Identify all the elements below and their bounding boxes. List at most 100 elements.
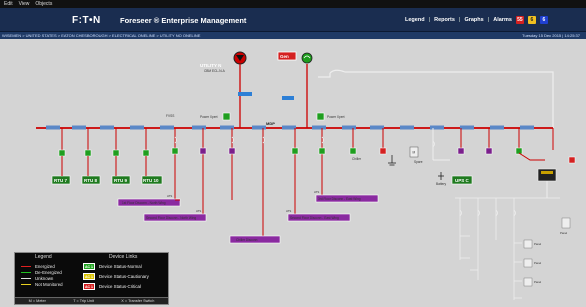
gen-meter-readout[interactable] bbox=[282, 96, 294, 100]
feeder-status-4[interactable] bbox=[142, 149, 150, 157]
breaker-symbols bbox=[174, 136, 324, 144]
feeder-status-6[interactable] bbox=[199, 147, 207, 155]
nav-legend[interactable]: Legend bbox=[405, 17, 425, 23]
app-title: Foreseer ® Enterprise Management bbox=[120, 16, 247, 25]
power-xpert-label-1: Power Xpert bbox=[200, 115, 218, 119]
device-status-badge: AC 1 bbox=[83, 273, 95, 280]
feeder-status-15[interactable] bbox=[568, 156, 576, 164]
subpanel-chiller-label: Chiller Disconn bbox=[236, 238, 258, 242]
menu-view[interactable]: View bbox=[19, 0, 30, 8]
subpanel-1st-floor-north-label: 1st Floor Disconn - North Wing bbox=[122, 201, 166, 205]
subpanel-3rd-floor-east-label: 3rd Floor Disconn - East Wing bbox=[318, 197, 361, 201]
panel-label-1: Panel bbox=[560, 231, 568, 235]
ats-tag-4: ATS bbox=[286, 209, 291, 213]
feeder-status-12[interactable] bbox=[457, 147, 465, 155]
menu-bar: Edit View Objects bbox=[0, 0, 586, 8]
ups-unit[interactable]: UPS C bbox=[451, 175, 473, 185]
panel-box-3[interactable] bbox=[523, 258, 533, 268]
legend-swatch bbox=[21, 277, 31, 280]
device-links-title: Device Links bbox=[109, 254, 138, 260]
pdu-unit[interactable] bbox=[537, 168, 557, 182]
battery-label: Battery bbox=[436, 182, 447, 186]
legend-title: Legend bbox=[35, 254, 52, 260]
app-header: F:T•N Foreseer ® Enterprise Management L… bbox=[0, 8, 586, 32]
feeder-status-indicators bbox=[58, 147, 576, 164]
legend-swatch bbox=[21, 265, 31, 268]
utility-meter-readout[interactable] bbox=[238, 92, 252, 96]
feeder-status-7[interactable] bbox=[228, 147, 236, 155]
feeder-status-13[interactable] bbox=[485, 147, 493, 155]
menu-objects[interactable]: Objects bbox=[35, 0, 52, 8]
ats-tag-2: ATS bbox=[196, 209, 201, 213]
device-status-label: Device Status-Cautionary bbox=[99, 274, 149, 279]
device-status-label: Device Status-Normal bbox=[99, 264, 142, 269]
nav-separator: | bbox=[458, 17, 461, 23]
panel-label-4: Panel bbox=[534, 280, 542, 284]
feeder-status-5[interactable] bbox=[171, 147, 179, 155]
breadcrumb[interactable]: WISEMEN > UNITED STATES > EATON CHESBORO… bbox=[2, 33, 200, 38]
alarm-warning-badge[interactable]: 6 bbox=[527, 16, 536, 24]
device-status-badge: AC 1 bbox=[83, 263, 95, 270]
panel-box-1[interactable] bbox=[561, 217, 571, 229]
eaton-logo: F:T•N bbox=[72, 15, 101, 26]
legend-item-energized: Energized bbox=[21, 264, 55, 269]
menu-edit[interactable]: Edit bbox=[4, 0, 13, 8]
subpanel-group: 1st Floor Disconn - North Wing Second Fl… bbox=[117, 194, 379, 244]
nav-reports[interactable]: Reports bbox=[434, 17, 455, 23]
feeder-status-1[interactable] bbox=[58, 149, 66, 157]
ats-crossover bbox=[318, 73, 331, 78]
gen-bypass-line bbox=[329, 69, 554, 150]
legend-item-deenergized: De-Energized bbox=[21, 270, 62, 275]
legend-item-label: De-Energized bbox=[35, 270, 62, 275]
panel-box-2[interactable] bbox=[523, 239, 533, 249]
panel-label-2: Panel bbox=[534, 242, 542, 246]
ground-symbol-icon bbox=[388, 155, 396, 166]
rtu-10-label: RTU 10 bbox=[143, 178, 159, 183]
device-status-cautionary: AC 1 Device Status-Cautionary bbox=[83, 273, 149, 280]
timestamp: Tuesday 15 Dec 2015 | 14:25:37 bbox=[522, 33, 580, 38]
utility-source[interactable]: UTILITY N CBM ECL-N-A bbox=[200, 51, 247, 73]
svg-text:M: M bbox=[413, 151, 416, 155]
feeder-status-2[interactable] bbox=[84, 149, 92, 157]
rtu-9-label: RTU 9 bbox=[114, 178, 127, 183]
nav-graphs[interactable]: Graphs bbox=[464, 17, 483, 23]
generator[interactable]: Gen bbox=[277, 51, 313, 64]
spare-label: Spare bbox=[414, 160, 423, 164]
mdp-label: MDP bbox=[266, 121, 275, 126]
breadcrumb-bar: WISEMEN > UNITED STATES > EATON CHESBORO… bbox=[0, 32, 586, 39]
ups-label: UPS C bbox=[455, 178, 470, 183]
alarm-info-badge[interactable]: 6 bbox=[539, 16, 548, 24]
nav-alarms[interactable]: Alarms bbox=[493, 17, 512, 23]
spare-breaker[interactable]: M bbox=[409, 146, 419, 158]
power-xpert-status-2[interactable] bbox=[316, 112, 325, 121]
feeder-status-11[interactable] bbox=[379, 147, 387, 155]
battery-icon bbox=[438, 172, 444, 180]
utility-label: UTILITY N bbox=[200, 63, 221, 68]
fvss-label: FVSS bbox=[166, 114, 174, 118]
device-status-badge: AC 1 bbox=[83, 283, 95, 290]
power-xpert-status-1[interactable] bbox=[222, 112, 231, 121]
legend-footer-meter: M = Meter bbox=[28, 299, 46, 303]
legend-swatch bbox=[21, 271, 31, 274]
legend-item-label: Energized bbox=[35, 264, 55, 269]
rtu-8-label: RTU 8 bbox=[84, 178, 97, 183]
legend-item-label: Not Monitored bbox=[35, 282, 63, 287]
legend-swatch bbox=[21, 283, 31, 286]
legend-item-unknown: Unknown bbox=[21, 276, 53, 281]
power-xpert-label-2: Power Xpert bbox=[327, 115, 345, 119]
panel-distribution-tree bbox=[455, 197, 560, 300]
nav-separator: | bbox=[428, 17, 431, 23]
subpanel-2nd-floor-north-label: Second Floor Disconn - North Wing bbox=[146, 216, 196, 220]
feeder-status-10[interactable] bbox=[349, 147, 357, 155]
ats-tag-1: ATS bbox=[167, 194, 172, 198]
panel-icons: Panel Panel Panel Panel bbox=[523, 217, 571, 287]
legend-panel: Legend Device Links Energized De-Energiz… bbox=[14, 252, 169, 305]
chiller-label: Chiller bbox=[352, 157, 362, 161]
feeder-status-8[interactable] bbox=[291, 147, 299, 155]
subpanel-2nd-floor-east-label: Second Floor Disconn - East Wing bbox=[290, 216, 339, 220]
feeder-status-9[interactable] bbox=[318, 147, 326, 155]
alarm-critical-badge[interactable]: 55 bbox=[515, 16, 524, 24]
panel-box-4[interactable] bbox=[523, 277, 533, 287]
feeder-status-3[interactable] bbox=[112, 149, 120, 157]
app-window: Edit View Objects F:T•N Foreseer ® Enter… bbox=[0, 0, 586, 307]
